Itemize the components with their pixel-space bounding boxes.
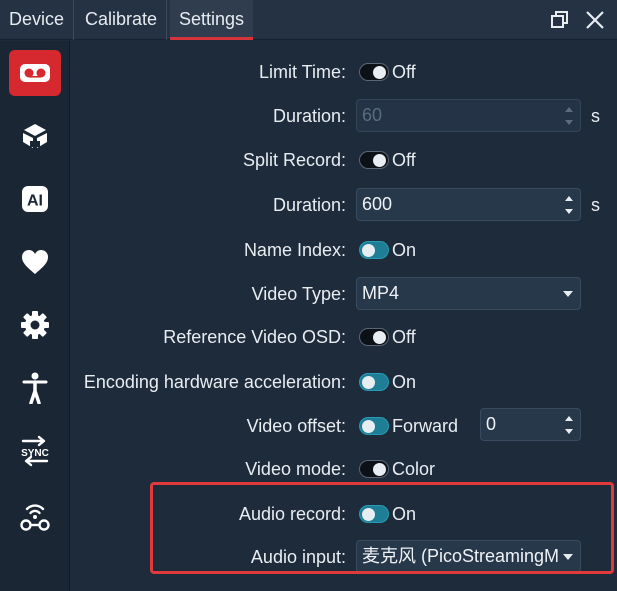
split-record-label: Split Record:: [242, 150, 346, 170]
toggle-knob: [373, 154, 386, 167]
hw-accel-state: On: [392, 372, 417, 392]
duration-limit-input[interactable]: 60: [356, 99, 581, 132]
reference-osd-toggle[interactable]: [359, 328, 389, 346]
spinner-arrows-icon[interactable]: [562, 192, 576, 218]
spinner-arrows-icon[interactable]: [562, 412, 576, 438]
body-icon: [22, 372, 48, 404]
sync-icon: SYNC: [21, 435, 49, 467]
duration-label: Duration:: [272, 106, 346, 126]
record-icon: [20, 64, 50, 82]
close-icon[interactable]: [583, 8, 607, 32]
sidebar-item-record[interactable]: [9, 50, 61, 96]
split-record-state: Off: [392, 150, 416, 170]
video-offset-label: Video offset:: [246, 416, 346, 436]
video-offset-direction: Forward: [392, 416, 459, 436]
split-record-toggle[interactable]: [359, 151, 389, 169]
duration-split-unit: s: [591, 195, 600, 215]
gear-icon: [21, 311, 49, 339]
limit-time-toggle[interactable]: [359, 63, 389, 81]
duration-split-input[interactable]: 600: [356, 188, 581, 221]
limit-time-label: Limit Time:: [258, 62, 346, 82]
sidebar-item-settings[interactable]: [9, 302, 61, 348]
sidebar-item-health[interactable]: [9, 239, 61, 285]
limit-time-state: Off: [392, 62, 416, 82]
tab-bar: Device Calibrate Settings: [0, 0, 617, 40]
ai-icon: AI: [22, 186, 48, 212]
video-type-label: Video Type:: [251, 284, 346, 304]
tab-device[interactable]: Device: [0, 0, 75, 40]
name-index-toggle[interactable]: [359, 241, 389, 259]
audio-input-value: 麦克风 (PicoStreamingM: [362, 546, 560, 566]
tracker-icon: [23, 124, 47, 148]
video-mode-label: Video mode:: [245, 459, 346, 479]
chevron-down-icon: [563, 291, 573, 297]
name-index-label: Name Index:: [243, 240, 346, 260]
sidebar-item-wireless[interactable]: [9, 493, 61, 539]
sync-icon-text: SYNC: [21, 448, 49, 459]
restore-window-icon[interactable]: [548, 8, 572, 32]
sidebar-item-ai[interactable]: AI: [9, 176, 61, 222]
toggle-knob: [362, 244, 375, 257]
toggle-knob: [373, 463, 386, 476]
heart-icon: [22, 250, 48, 274]
toggle-knob: [362, 508, 375, 521]
tab-settings[interactable]: Settings: [170, 0, 254, 40]
duration-split-value: 600: [362, 194, 393, 214]
toggle-knob: [373, 66, 386, 79]
sidebar: AI SYNC: [0, 41, 70, 591]
sidebar-item-body[interactable]: [9, 365, 61, 411]
video-offset-input[interactable]: 0: [480, 408, 581, 441]
video-offset-toggle[interactable]: [359, 417, 389, 435]
video-offset-value: 0: [486, 414, 497, 434]
audio-record-toggle[interactable]: [359, 505, 389, 523]
hw-accel-label: Encoding hardware acceleration:: [83, 372, 346, 392]
duration-label: Duration:: [272, 195, 346, 215]
toggle-knob: [362, 376, 375, 389]
toggle-knob: [362, 420, 375, 433]
reference-osd-label: Reference Video OSD:: [163, 327, 346, 347]
audio-record-state: On: [392, 504, 417, 524]
duration-limit-unit: s: [591, 106, 600, 126]
chevron-down-icon: [563, 554, 573, 560]
audio-input-select[interactable]: 麦克风 (PicoStreamingM: [356, 540, 581, 573]
hw-accel-toggle[interactable]: [359, 373, 389, 391]
duration-limit-value: 60: [362, 105, 383, 125]
video-type-value: MP4: [362, 283, 400, 303]
name-index-state: On: [392, 240, 417, 260]
toggle-knob: [373, 331, 386, 344]
audio-record-label: Audio record:: [238, 504, 346, 524]
ai-icon-text: AI: [27, 193, 43, 210]
sidebar-item-tracker[interactable]: [9, 113, 61, 159]
audio-input-label: Audio input:: [250, 547, 346, 567]
video-type-select[interactable]: MP4: [356, 277, 581, 310]
tab-settings-label: Settings: [179, 9, 245, 29]
sidebar-item-sync[interactable]: SYNC: [9, 428, 61, 474]
reference-osd-state: Off: [392, 327, 416, 347]
spinner-arrows-icon[interactable]: [562, 103, 576, 129]
video-mode-state: Color: [392, 459, 436, 479]
wireless-device-icon: [20, 504, 50, 531]
video-mode-toggle[interactable]: [359, 460, 389, 478]
tab-calibrate[interactable]: Calibrate: [76, 0, 168, 40]
active-tab-indicator: [170, 37, 254, 40]
